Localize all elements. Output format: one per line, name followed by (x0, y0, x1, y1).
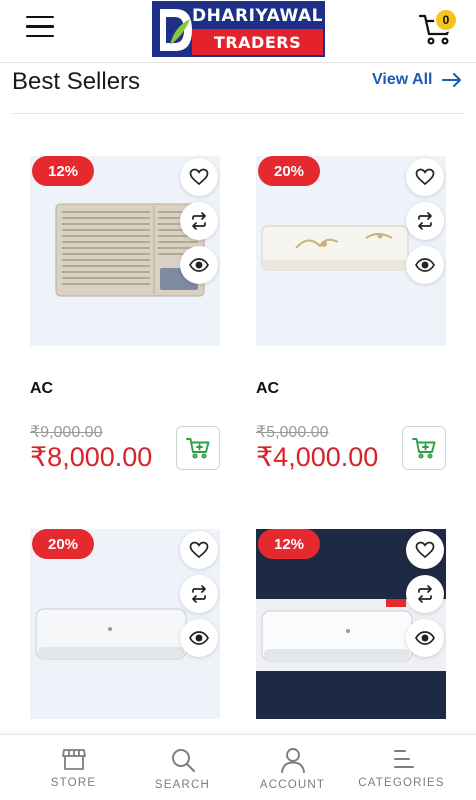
nav-account-label: ACCOUNT (259, 779, 326, 791)
nav-search[interactable]: SEARCH (123, 735, 242, 800)
wishlist-heart-icon[interactable] (406, 531, 444, 569)
nav-store-label: STORE (50, 777, 97, 789)
nav-store[interactable]: STORE (14, 735, 133, 800)
add-to-cart-button[interactable] (176, 426, 220, 470)
product-card[interactable]: 20% (30, 529, 220, 719)
compare-icon[interactable] (180, 575, 218, 613)
logo-subtitle: TRADERS (192, 29, 323, 55)
quick-view-eye-icon[interactable] (406, 246, 444, 284)
nav-search-label: SEARCH (154, 779, 211, 791)
wishlist-heart-icon[interactable] (180, 531, 218, 569)
bottom-navigation: STORE SEARCH ACCOUNT CATEGORIES (0, 734, 476, 800)
product-card[interactable]: 12% AC ₹9,000.00 ₹8,000.00 (30, 156, 220, 476)
original-price: ₹9,000.00 (30, 424, 103, 441)
sale-price: ₹8,000.00 (30, 442, 153, 472)
section-title: Best Sellers (12, 68, 141, 95)
wishlist-heart-icon[interactable] (406, 158, 444, 196)
section-divider (12, 113, 464, 114)
discount-badge: 12% (258, 529, 320, 559)
nav-account[interactable]: ACCOUNT (233, 735, 352, 800)
brand-logo[interactable]: DHARIYAWAL TRADERS (152, 1, 325, 57)
arrow-right-icon (442, 73, 462, 87)
account-icon (280, 748, 305, 773)
add-to-cart-icon (186, 438, 210, 459)
original-price: ₹5,000.00 (256, 424, 329, 441)
add-to-cart-button[interactable] (402, 426, 446, 470)
categories-icon (393, 750, 414, 768)
app-header: DHARIYAWAL TRADERS 0 (0, 0, 476, 60)
product-card[interactable]: 20% AC ₹5,000.00 ₹4,000.00 (256, 156, 446, 476)
logo-emblem (154, 3, 193, 55)
product-name[interactable]: AC (30, 380, 53, 398)
quick-view-eye-icon[interactable] (406, 619, 444, 657)
nav-categories[interactable]: CATEGORIES (342, 735, 461, 800)
search-icon (171, 749, 195, 772)
compare-icon[interactable] (406, 202, 444, 240)
cart-count-badge: 0 (434, 8, 458, 32)
add-to-cart-icon (412, 438, 436, 459)
hamburger-menu-icon[interactable] (26, 16, 54, 40)
wishlist-heart-icon[interactable] (180, 158, 218, 196)
quick-view-eye-icon[interactable] (180, 246, 218, 284)
view-all-link[interactable]: View All (372, 71, 462, 89)
compare-icon[interactable] (180, 202, 218, 240)
view-all-label: View All (372, 71, 433, 88)
discount-badge: 20% (258, 156, 320, 186)
product-card[interactable]: 12% (256, 529, 446, 719)
discount-badge: 20% (32, 529, 94, 559)
compare-icon[interactable] (406, 575, 444, 613)
quick-view-eye-icon[interactable] (180, 619, 218, 657)
header-divider (0, 62, 476, 63)
logo-title: DHARIYAWAL (192, 3, 323, 29)
discount-badge: 12% (32, 156, 94, 186)
store-icon (61, 749, 86, 770)
sale-price: ₹4,000.00 (256, 442, 379, 472)
nav-categories-label: CATEGORIES (358, 777, 445, 789)
product-name[interactable]: AC (256, 380, 279, 398)
